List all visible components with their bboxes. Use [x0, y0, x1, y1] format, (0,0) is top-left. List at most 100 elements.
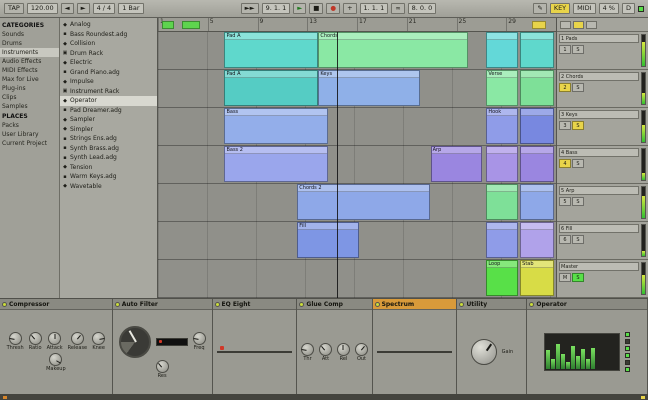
- device-power-icon[interactable]: [374, 301, 380, 307]
- device-title-bar[interactable]: Compressor: [0, 299, 112, 310]
- browser-item[interactable]: ▣ Instrument Rack: [60, 87, 157, 97]
- ruler-locator-marker[interactable]: [532, 21, 547, 29]
- clip[interactable]: [486, 32, 519, 68]
- browser-item[interactable]: ◆ Simpler: [60, 125, 157, 135]
- browser-item[interactable]: ▪ Warm Keys.adg: [60, 172, 157, 182]
- utility-dial[interactable]: [470, 339, 497, 365]
- browser-item[interactable]: ▣ Drum Rack: [60, 49, 157, 59]
- track-name[interactable]: 4 Bass: [559, 148, 639, 157]
- device-knob[interactable]: Makeup: [46, 353, 66, 372]
- device-power-icon[interactable]: [459, 301, 465, 307]
- clip[interactable]: [486, 184, 519, 220]
- browser-category-midi-effects[interactable]: MIDI Effects: [0, 66, 59, 75]
- browser-item[interactable]: ◆ Sampler: [60, 115, 157, 125]
- clip[interactable]: [520, 146, 554, 182]
- key-map-button[interactable]: KEY: [549, 2, 571, 15]
- arrangement-position-field[interactable]: 9. 1. 1: [261, 2, 291, 15]
- ruler-locator-marker[interactable]: [161, 21, 174, 29]
- playhead[interactable]: [337, 32, 339, 298]
- clip[interactable]: Chords: [318, 32, 468, 68]
- device-knob[interactable]: Att: [318, 342, 332, 362]
- device-knob[interactable]: Freq: [192, 332, 206, 351]
- browser-item[interactable]: ◆ Tension: [60, 163, 157, 173]
- mixer-slot-button[interactable]: S: [572, 159, 584, 168]
- clip[interactable]: Keys: [318, 70, 421, 106]
- browser-category-packs[interactable]: Packs: [0, 121, 59, 130]
- clip[interactable]: Fill: [297, 222, 359, 258]
- browser-category-clips[interactable]: Clips: [0, 93, 59, 102]
- device-knob[interactable]: Release: [68, 332, 87, 351]
- clip[interactable]: [520, 108, 554, 144]
- quantize-field[interactable]: 1 Bar: [118, 2, 144, 15]
- mixer-slot-button[interactable]: S: [572, 235, 584, 244]
- browser-category-samples[interactable]: Samples: [0, 102, 59, 111]
- browser-item[interactable]: ▪ Synth Lead.adg: [60, 153, 157, 163]
- browser-category-sounds[interactable]: Sounds: [0, 30, 59, 39]
- record-button[interactable]: ●: [326, 2, 341, 15]
- clip[interactable]: [520, 70, 554, 106]
- device-knob[interactable]: Res: [155, 359, 169, 379]
- device-knob[interactable]: Ratio: [28, 332, 42, 351]
- device-power-icon[interactable]: [214, 301, 220, 307]
- device-power-icon[interactable]: [114, 301, 120, 307]
- mixer-slot-button[interactable]: 2: [559, 83, 571, 92]
- device-title-bar[interactable]: Spectrum: [372, 299, 457, 310]
- device-title-bar[interactable]: Auto Filter: [112, 299, 212, 310]
- browser-item[interactable]: ▪ Strings Ens.adg: [60, 134, 157, 144]
- track-name[interactable]: 3 Keys: [559, 110, 639, 119]
- play-button[interactable]: ►: [293, 2, 307, 15]
- browser-item[interactable]: ◆ Operator: [60, 96, 157, 106]
- clip[interactable]: Stab: [520, 260, 554, 296]
- mixer-slot-button[interactable]: M: [559, 273, 571, 282]
- device-title-bar[interactable]: EQ Eight: [212, 299, 297, 310]
- device-title-bar[interactable]: Glue Comp: [297, 299, 372, 310]
- mixer-slot-button[interactable]: 6: [559, 235, 571, 244]
- browser-category-current-project[interactable]: Current Project: [0, 139, 59, 148]
- browser-item[interactable]: ▪ Bass Roundest.adg: [60, 30, 157, 40]
- device-power-icon[interactable]: [529, 301, 535, 307]
- browser-item[interactable]: ▪ Synth Brass.adg: [60, 144, 157, 154]
- browser-category-audio-effects[interactable]: Audio Effects: [0, 57, 59, 66]
- clip[interactable]: Hook: [486, 108, 519, 144]
- mixer-slot-button[interactable]: S: [572, 45, 584, 54]
- device-knob[interactable]: Thresh: [7, 332, 24, 351]
- mixer-slot-button[interactable]: 5: [559, 197, 571, 206]
- device-knob[interactable]: Out: [354, 342, 368, 362]
- browser-category-user-library[interactable]: User Library: [0, 130, 59, 139]
- follow-button[interactable]: ►►: [240, 2, 259, 15]
- mixer-slot-button[interactable]: S: [572, 83, 584, 92]
- mixer-header-box[interactable]: [586, 20, 597, 29]
- overdub-button[interactable]: +: [343, 2, 357, 15]
- clip[interactable]: [520, 222, 554, 258]
- device-title-bar[interactable]: Utility: [457, 299, 527, 310]
- time-signature-field[interactable]: 4 / 4: [92, 2, 116, 15]
- mixer-slot-button[interactable]: 1: [559, 45, 571, 54]
- browser-item[interactable]: ◆ Wavetable: [60, 182, 157, 192]
- clip[interactable]: [486, 222, 519, 258]
- mixer-slot-button[interactable]: S: [572, 273, 584, 282]
- device-knob[interactable]: Knee: [92, 332, 106, 351]
- clip[interactable]: Bass: [224, 108, 328, 144]
- clip[interactable]: Loop: [486, 260, 519, 296]
- browser-category-instruments[interactable]: Instruments: [0, 48, 59, 57]
- mixer-slot-button[interactable]: 3: [559, 121, 571, 130]
- track-name[interactable]: 5 Arp: [559, 186, 639, 195]
- browser-item[interactable]: ▪ Grand Piano.adg: [60, 68, 157, 78]
- device-knob[interactable]: Attack: [47, 332, 63, 351]
- browser-category-plug-ins[interactable]: Plug-ins: [0, 84, 59, 93]
- browser-item[interactable]: ◆ Impulse: [60, 77, 157, 87]
- clip[interactable]: [520, 184, 554, 220]
- clip[interactable]: Verse: [486, 70, 519, 106]
- mixer-slot-button[interactable]: 4: [559, 159, 571, 168]
- nudge-down-button[interactable]: ◄: [60, 2, 74, 15]
- mixer-header-box[interactable]: [573, 20, 584, 29]
- device-title-bar[interactable]: Operator: [527, 299, 647, 310]
- beat-time-ruler[interactable]: 1591317212529: [158, 18, 556, 32]
- browser-item[interactable]: ▪ Pad Dreamer.adg: [60, 106, 157, 116]
- stop-button[interactable]: ■: [309, 2, 324, 15]
- clip[interactable]: Chords 2: [297, 184, 430, 220]
- track-name[interactable]: 2 Chords: [559, 72, 639, 81]
- device-knob[interactable]: Thr: [300, 342, 314, 362]
- loop-button[interactable]: ∞: [391, 2, 405, 15]
- midi-map-button[interactable]: MIDI: [573, 2, 596, 15]
